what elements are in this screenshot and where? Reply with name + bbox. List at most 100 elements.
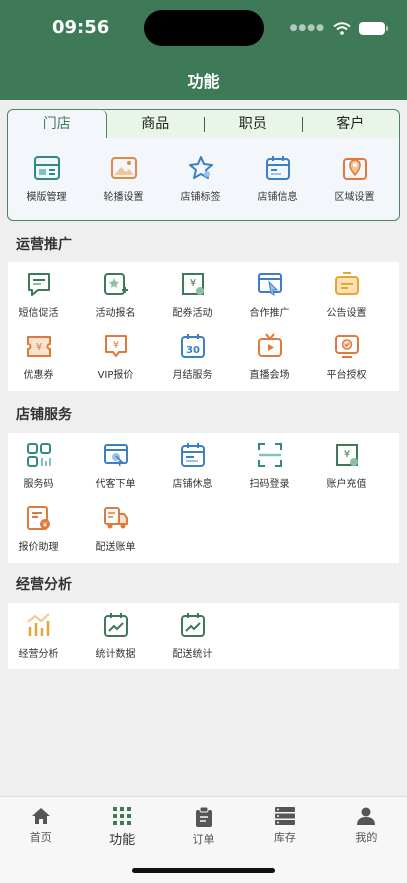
coupon-button[interactable]: ¥ 优惠券 (0, 332, 77, 381)
service-code-icon (25, 441, 53, 469)
template-label: 模版管理 (26, 192, 67, 203)
section-title-promotion: 运营推广 (16, 237, 72, 253)
app-header: 09:56 ●●●● 功能 (0, 0, 407, 100)
vip-price-button[interactable]: ¥ VIP报价 (77, 332, 154, 381)
delivery-bill-button[interactable]: 配送账单 (77, 504, 154, 553)
authorize-icon (333, 332, 361, 360)
scan-icon (256, 441, 284, 469)
delivery-stats-icon (179, 611, 207, 639)
delivery-bill-icon (102, 504, 130, 532)
live-label: 直播会场 (249, 370, 290, 381)
svg-text:¥: ¥ (343, 449, 349, 460)
announcement-settings-button[interactable]: 公告设置 (308, 270, 385, 319)
section-title-store-service: 店铺服务 (16, 407, 72, 423)
store-card: 门店 商品 职员 客户 模版管理 轮播设置 店铺标签 店铺信息 区域设置 (7, 109, 400, 221)
proxy-order-button[interactable]: 代客下单 (77, 441, 154, 490)
store-rest-label: 店铺休息 (172, 479, 213, 490)
store-info-label: 店铺信息 (257, 192, 298, 203)
proxy-order-label: 代客下单 (95, 479, 136, 490)
live-tv-icon (256, 332, 284, 360)
account-recharge-button[interactable]: ¥ 账户充值 (308, 441, 385, 490)
store-tag-button[interactable]: 店铺标签 (162, 154, 239, 203)
template-icon (33, 154, 61, 182)
vip-price-label: VIP报价 (97, 370, 134, 381)
calendar-info-icon (264, 154, 292, 182)
cooperation-icon (256, 270, 284, 298)
store-rest-button[interactable]: 店铺休息 (154, 441, 231, 490)
recharge-icon: ¥ (333, 441, 361, 469)
analysis-panel: 经营分析 统计数据 配送统计 (8, 603, 399, 669)
coupon-activity-icon: ¥ (179, 270, 207, 298)
tabbar-profile-label: 我的 (355, 831, 378, 844)
tab-products[interactable]: 商品 (107, 110, 205, 138)
tab-staff[interactable]: 职员 (204, 110, 302, 138)
promotion-panel: 短信促活 活动报名 ¥ 配券活动 合作推广 公告设置 ¥ 优惠券 ¥ VIP报价… (8, 262, 399, 391)
svg-text:¥: ¥ (35, 342, 41, 353)
business-analysis-button[interactable]: 经营分析 (0, 611, 77, 660)
cooperation-label: 合作推广 (249, 308, 290, 319)
vip-price-icon: ¥ (102, 332, 130, 360)
signal-icon: ●●●● (289, 23, 325, 33)
platform-auth-label: 平台授权 (326, 370, 367, 381)
quote-assistant-icon: ¥ (25, 504, 53, 532)
coupon-icon: ¥ (25, 332, 53, 360)
inventory-icon (274, 807, 295, 825)
sms-promo-button[interactable]: 短信促活 (0, 270, 77, 319)
statistics-icon (102, 611, 130, 639)
category-tabs: 门店 商品 职员 客户 (8, 110, 399, 138)
battery-icon (359, 21, 388, 35)
tag-star-icon (187, 154, 215, 182)
cooperation-promo-button[interactable]: 合作推广 (231, 270, 308, 319)
scan-login-button[interactable]: 扫码登录 (231, 441, 308, 490)
statistics-button[interactable]: 统计数据 (77, 611, 154, 660)
business-analysis-label: 经营分析 (18, 649, 59, 660)
tab-store[interactable]: 门店 (8, 110, 107, 138)
activity-signup-label: 活动报名 (95, 308, 136, 319)
svg-text:¥: ¥ (189, 278, 195, 289)
wifi-icon (333, 21, 351, 35)
activity-signup-icon (102, 270, 130, 298)
recharge-label: 账户充值 (326, 479, 367, 490)
status-time: 09:56 (52, 17, 110, 38)
store-service-panel: 服务码 代客下单 店铺休息 扫码登录 ¥ 账户充值 ¥ 报价助理 配送账单 (8, 433, 399, 563)
coupon-label: 优惠券 (23, 370, 54, 381)
scan-login-label: 扫码登录 (249, 479, 290, 490)
coupon-activity-label: 配券活动 (172, 308, 213, 319)
grid-icon (113, 807, 132, 825)
monthly-label: 月结服务 (172, 370, 213, 381)
sms-label: 短信促活 (18, 308, 59, 319)
carousel-settings-button[interactable]: 轮播设置 (85, 154, 162, 203)
tabbar-profile[interactable]: 我的 (326, 797, 407, 883)
service-code-button[interactable]: 服务码 (0, 441, 77, 490)
region-settings-button[interactable]: 区域设置 (316, 154, 393, 203)
activity-signup-button[interactable]: 活动报名 (77, 270, 154, 319)
tab-customers[interactable]: 客户 (301, 110, 400, 138)
quote-assistant-button[interactable]: ¥ 报价助理 (0, 504, 77, 553)
tabbar-home[interactable]: 首页 (0, 797, 81, 883)
announcement-icon (333, 270, 361, 298)
statistics-label: 统计数据 (95, 649, 136, 660)
delivery-bill-label: 配送账单 (95, 542, 136, 553)
monthly-icon: 30 (179, 332, 207, 360)
proxy-order-icon (102, 441, 130, 469)
delivery-stats-label: 配送统计 (172, 649, 213, 660)
platform-auth-button[interactable]: 平台授权 (308, 332, 385, 381)
store-info-button[interactable]: 店铺信息 (239, 154, 316, 203)
live-venue-button[interactable]: 直播会场 (231, 332, 308, 381)
home-icon (31, 808, 50, 824)
tabbar-orders-label: 订单 (192, 833, 215, 846)
status-icons: ●●●● (289, 20, 388, 36)
monthly-service-button[interactable]: 30 月结服务 (154, 332, 231, 381)
page-title: 功能 (187, 72, 220, 91)
map-pin-icon (341, 154, 369, 182)
template-management-button[interactable]: 模版管理 (8, 154, 85, 203)
carousel-label: 轮播设置 (103, 192, 144, 203)
coupon-activity-button[interactable]: ¥ 配券活动 (154, 270, 231, 319)
svg-text:30: 30 (186, 345, 200, 356)
section-title-analysis: 经营分析 (16, 577, 72, 593)
tabbar-inventory-label: 库存 (273, 831, 296, 844)
region-label: 区域设置 (334, 192, 375, 203)
delivery-stats-button[interactable]: 配送统计 (154, 611, 231, 660)
tabbar-functions-label: 功能 (109, 833, 136, 848)
carousel-icon (110, 154, 138, 182)
